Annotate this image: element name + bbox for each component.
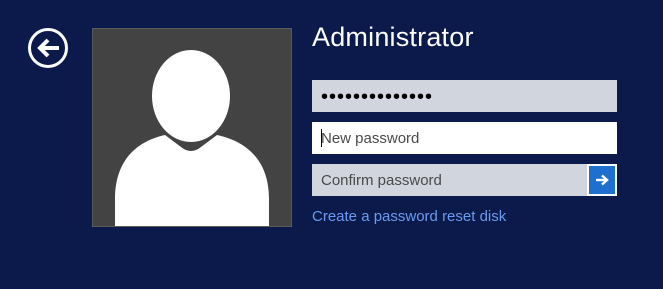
user-silhouette-icon bbox=[115, 50, 269, 226]
reset-disk-link[interactable]: Create a password reset disk bbox=[312, 208, 506, 225]
current-password-input[interactable] bbox=[312, 80, 617, 112]
user-avatar bbox=[92, 28, 292, 227]
confirm-password-field[interactable] bbox=[312, 164, 617, 196]
current-password-field[interactable] bbox=[312, 80, 617, 112]
back-arrow-icon bbox=[28, 28, 68, 68]
text-caret bbox=[321, 129, 322, 147]
confirm-password-input[interactable] bbox=[312, 164, 587, 196]
new-password-input[interactable] bbox=[312, 122, 617, 154]
user-name: Administrator bbox=[312, 22, 474, 52]
new-password-field[interactable] bbox=[312, 122, 617, 154]
submit-button[interactable] bbox=[587, 164, 617, 196]
right-arrow-icon bbox=[596, 174, 609, 186]
back-button[interactable] bbox=[28, 28, 68, 68]
